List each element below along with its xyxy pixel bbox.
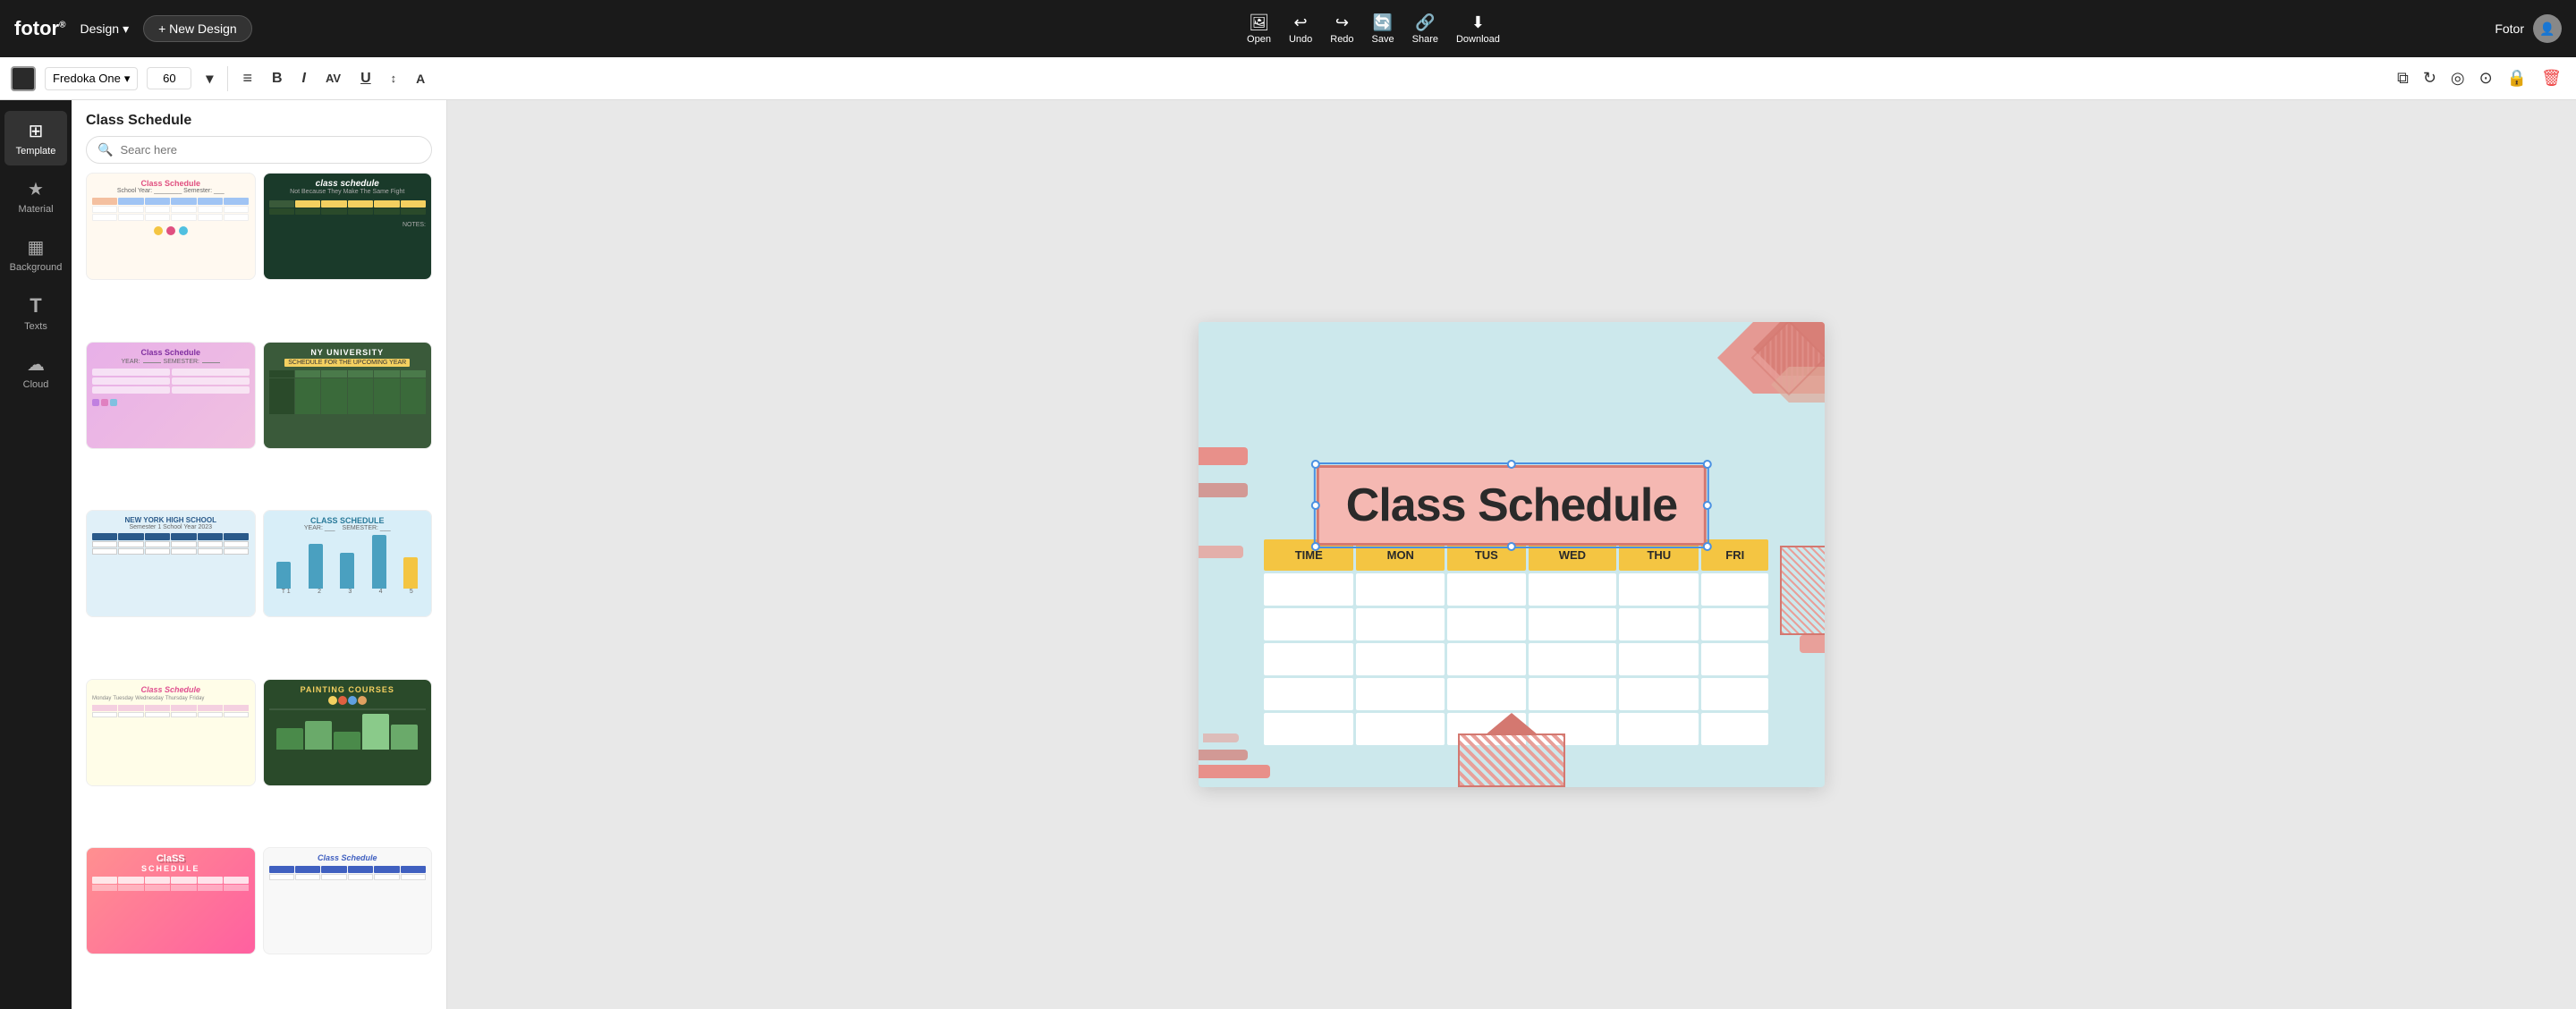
deco-building: [1458, 716, 1565, 787]
redo-button[interactable]: ↪ Redo: [1330, 13, 1353, 45]
color-swatch[interactable]: [11, 66, 36, 91]
deco-hatch-right: [1780, 546, 1825, 635]
font-selector[interactable]: Fredoka One ▾: [45, 67, 138, 90]
template-card-9[interactable]: ClaSS SCHEDULE: [86, 847, 256, 954]
canvas-wrapper: Class Schedule Semester 1 School Year 20…: [1199, 322, 1825, 787]
share-button[interactable]: 🔗 Share: [1412, 13, 1438, 45]
background-icon: ▦: [28, 236, 45, 259]
new-design-button[interactable]: + New Design: [143, 15, 252, 42]
lock-button[interactable]: 🔒: [2504, 65, 2530, 91]
template-card-5[interactable]: NEW YORK HIGH SCHOOL Semester 1 School Y…: [86, 510, 256, 617]
deco-bottom-left: [1199, 698, 1288, 787]
bar-1: [276, 562, 291, 589]
align-button[interactable]: ≡: [237, 65, 258, 91]
user-name: Fotor: [2495, 21, 2524, 36]
handle-ml[interactable]: [1311, 501, 1320, 510]
open-icon: 🖼: [1249, 13, 1269, 32]
save-icon: 🔄: [1373, 13, 1393, 32]
panel-title: Class Schedule: [72, 100, 446, 136]
canvas[interactable]: Class Schedule Semester 1 School Year 20…: [1199, 322, 1825, 787]
template-card-3[interactable]: Class Schedule YEAR: SEMESTER:: [86, 342, 256, 449]
template-icon: ⊞: [29, 120, 44, 142]
top-toolbar: fotor® Design ▾ + New Design 🖼 Open ↩ Un…: [0, 0, 2576, 57]
secondary-toolbar: Fredoka One ▾ 60 ▾ ≡ B I AV U ↕ A ⧉ ↻ ◎ …: [0, 57, 2576, 100]
handle-tl[interactable]: [1311, 460, 1320, 469]
main-area: ⊞ Template ★ Material ▦ Background T Tex…: [0, 100, 2576, 1009]
col-fri: FRI: [1701, 539, 1768, 571]
rotate-button[interactable]: ↻: [2419, 65, 2440, 91]
bar-4: [372, 535, 386, 589]
building-roof: [1485, 713, 1538, 735]
sec-tool-right: ⧉ ↻ ◎ ⊙ 🔒 🗑: [2394, 65, 2565, 91]
design-button[interactable]: Design ▾: [80, 21, 129, 37]
template-card-6[interactable]: CLASS SCHEDULE YEAR: ___SEMESTER: ___ T …: [263, 510, 433, 617]
logo-area: fotor®: [14, 17, 65, 40]
deco-left: [1199, 429, 1261, 698]
font-size-dropdown[interactable]: ▾: [200, 66, 218, 91]
font-case-button[interactable]: A: [411, 68, 430, 89]
template-card-8[interactable]: PAINTING COURSES: [263, 679, 433, 786]
bar-5: [403, 557, 418, 589]
user-avatar[interactable]: 👤: [2533, 14, 2562, 43]
layers-button[interactable]: ⊙: [2476, 65, 2496, 91]
sidebar-item-template[interactable]: ⊞ Template: [4, 111, 67, 165]
bold-button[interactable]: B: [267, 67, 288, 90]
download-button[interactable]: ⬇ Download: [1456, 13, 1500, 45]
templates-grid: Class Schedule School Year: ________ Sem…: [72, 173, 446, 1009]
divider: [227, 66, 228, 91]
letter-spacing-button[interactable]: AV: [320, 68, 346, 89]
template-card-1[interactable]: Class Schedule School Year: ________ Sem…: [86, 173, 256, 280]
bar-3: [340, 553, 354, 589]
table-row: [1264, 678, 1768, 710]
material-icon: ★: [28, 178, 44, 200]
cloud-icon: ☁: [27, 353, 45, 376]
delete-button[interactable]: 🗑: [2538, 65, 2565, 91]
template-card-10[interactable]: Class Schedule: [263, 847, 433, 954]
deco-notch-right: [1800, 635, 1825, 653]
underline-button[interactable]: U: [355, 67, 377, 90]
open-button[interactable]: 🖼 Open: [1247, 13, 1271, 45]
canvas-area: Class Schedule Semester 1 School Year 20…: [447, 100, 2576, 1009]
sidebar-item-cloud[interactable]: ☁ Cloud: [4, 344, 67, 399]
search-icon: 🔍: [97, 142, 113, 157]
share-icon: 🔗: [1415, 13, 1435, 32]
redo-icon: ↪: [1335, 13, 1349, 32]
sidebar-item-texts[interactable]: T Texts: [4, 285, 67, 341]
table-row: [1264, 573, 1768, 606]
undo-button[interactable]: ↩ Undo: [1289, 13, 1312, 45]
logo: fotor®: [14, 17, 65, 40]
undo-icon: ↩: [1294, 13, 1308, 32]
text-spacing-button[interactable]: ↕: [386, 68, 402, 89]
bar-2: [309, 544, 323, 589]
canvas-title: Class Schedule: [1346, 479, 1677, 532]
mask-button[interactable]: ◎: [2447, 65, 2469, 91]
search-box[interactable]: 🔍: [86, 136, 432, 164]
texts-icon: T: [30, 294, 41, 318]
font-size-input[interactable]: 60: [147, 67, 191, 89]
building-body: [1458, 733, 1565, 787]
duplicate-button[interactable]: ⧉: [2394, 65, 2412, 91]
title-box[interactable]: Class Schedule: [1317, 465, 1707, 546]
toolbar-center: 🖼 Open ↩ Undo ↪ Redo 🔄 Save 🔗 Share ⬇ Do…: [259, 13, 2488, 45]
left-panel: ⊞ Template ★ Material ▦ Background T Tex…: [0, 100, 72, 1009]
toolbar-right: Fotor 👤: [2495, 14, 2562, 43]
template-card-7[interactable]: Class Schedule MondayTuesdayWednesdayThu…: [86, 679, 256, 786]
italic-button[interactable]: I: [297, 67, 311, 90]
download-icon: ⬇: [1471, 13, 1485, 32]
table-row: [1264, 608, 1768, 640]
save-button[interactable]: 🔄 Save: [1372, 13, 1394, 45]
handle-tm[interactable]: [1507, 460, 1516, 469]
templates-panel: Class Schedule 🔍 Class Schedule School Y…: [72, 100, 447, 1009]
sidebar-item-material[interactable]: ★ Material: [4, 169, 67, 224]
search-input[interactable]: [120, 143, 420, 157]
template-card-4[interactable]: NY UNIVERSITY SCHEDULE FOR THE UPCOMING …: [263, 342, 433, 449]
sidebar-item-background[interactable]: ▦ Background: [4, 227, 67, 282]
table-row: [1264, 643, 1768, 675]
handle-mr[interactable]: [1703, 501, 1712, 510]
template-card-2[interactable]: class schedule Not Because They Make The…: [263, 173, 433, 280]
